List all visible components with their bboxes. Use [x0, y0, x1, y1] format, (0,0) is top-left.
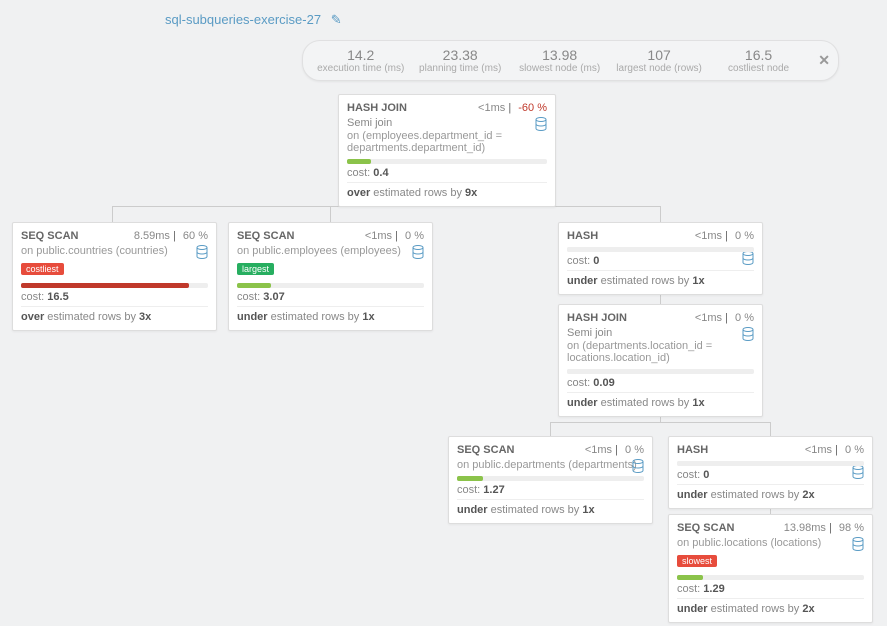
metrics-bar: 14.2 execution time (ms) 23.38 planning …	[302, 40, 839, 81]
connector	[550, 422, 770, 423]
connector	[770, 422, 771, 436]
database-icon	[742, 327, 754, 341]
node-hash-join-root[interactable]: HASH JOIN<1ms | -60 % Semi join on (empl…	[338, 94, 556, 207]
edit-icon[interactable]: ✎	[331, 12, 342, 27]
metric-largest: 107 largest node (rows)	[609, 47, 708, 74]
node-hash-2[interactable]: HASH<1ms | 0 % cost: 0 under estimated r…	[668, 436, 873, 509]
metric-execution: 14.2 execution time (ms)	[311, 47, 410, 74]
badge-largest: largest	[237, 263, 274, 275]
metric-planning: 23.38 planning time (ms)	[410, 47, 509, 74]
database-icon	[412, 245, 424, 259]
connector	[330, 206, 331, 222]
connector	[660, 206, 661, 222]
connector	[550, 422, 551, 436]
node-seq-scan-departments[interactable]: SEQ SCAN<1ms | 0 % on public.departments…	[448, 436, 653, 524]
database-icon	[632, 459, 644, 473]
database-icon	[535, 117, 547, 131]
close-icon[interactable]: ✕	[818, 52, 830, 69]
plan-title: sql-subqueries-exercise-27 ✎	[165, 12, 342, 28]
badge-costliest: costliest	[21, 263, 64, 275]
badge-slowest: slowest	[677, 555, 717, 567]
metric-costliest: 16.5 costliest node	[709, 47, 808, 74]
connector	[112, 206, 113, 222]
node-hash-1[interactable]: HASH<1ms | 0 % cost: 0 under estimated r…	[558, 222, 763, 295]
node-seq-scan-countries[interactable]: SEQ SCAN8.59ms | 60 % on public.countrie…	[12, 222, 217, 331]
database-icon	[196, 245, 208, 259]
database-icon	[742, 251, 754, 265]
database-icon	[852, 537, 864, 551]
metric-slowest: 13.98 slowest node (ms)	[510, 47, 609, 74]
node-seq-scan-locations[interactable]: SEQ SCAN13.98ms | 98 % on public.locatio…	[668, 514, 873, 623]
database-icon	[852, 465, 864, 479]
node-seq-scan-employees[interactable]: SEQ SCAN<1ms | 0 % on public.employees (…	[228, 222, 433, 331]
node-hash-join-2[interactable]: HASH JOIN<1ms | 0 % Semi join on (depart…	[558, 304, 763, 417]
title-text: sql-subqueries-exercise-27	[165, 12, 321, 27]
